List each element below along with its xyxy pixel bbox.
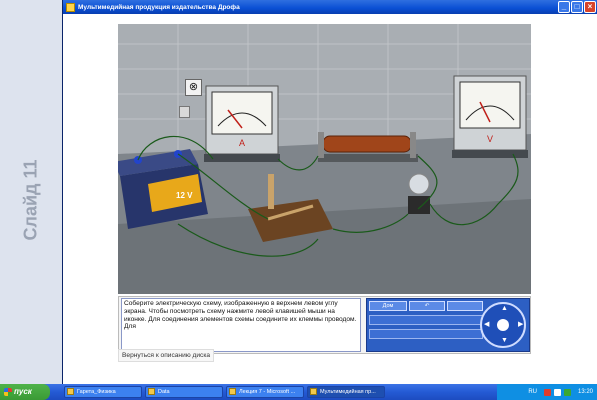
folder-icon [67, 388, 74, 395]
window-title: Мультимедийная продукция издательства Др… [78, 3, 240, 11]
start-label: пуск [14, 387, 32, 396]
clock[interactable]: 13:20 [578, 389, 593, 395]
slide-number-label: Слайд 11 [20, 159, 41, 241]
navigation-controls: Дом ↶ ▲ ▼ ◀ ▶ [366, 298, 530, 352]
slide-number-strip: Слайд 11 [0, 0, 62, 384]
schema-view-icon[interactable]: ⊗ [185, 79, 202, 96]
tray-icon-2[interactable] [553, 388, 561, 396]
control-slot-2 [369, 329, 483, 339]
nav-up-icon[interactable]: ▲ [501, 305, 508, 313]
battery-voltage-label: 12 V [176, 191, 193, 200]
language-indicator[interactable]: RU [528, 389, 537, 395]
taskbar: пуск Гарета_Физика Data Лекция 7 - Micro… [0, 384, 597, 400]
back-to-description-link[interactable]: Вернуться к описанию диска [118, 349, 215, 362]
task-item-lecture[interactable]: Лекция 7 - Microsoft ... [226, 386, 304, 398]
home-button[interactable]: Дом [369, 301, 407, 311]
nav-right-icon[interactable]: ▶ [518, 321, 523, 329]
screen-toggle-icon[interactable] [179, 106, 190, 118]
forward-button[interactable] [447, 301, 483, 311]
control-slot-1 [369, 315, 483, 325]
app-icon [66, 2, 75, 12]
close-button[interactable]: × [584, 1, 596, 13]
back-button[interactable]: ↶ [409, 301, 445, 311]
rheostat-coil[interactable] [318, 132, 418, 162]
nav-left-icon[interactable]: ◀ [484, 321, 489, 329]
voltmeter-label: V [487, 134, 493, 144]
maximize-button[interactable]: □ [571, 1, 583, 13]
instructions-text: Соберите электрическую схему, изображенн… [121, 298, 361, 352]
nav-buttons-row: Дом ↶ [369, 301, 483, 311]
circuit-scene-graphic: A V 12 V [118, 24, 531, 294]
app-icon [310, 388, 317, 395]
document-icon [229, 388, 236, 395]
tray-icon-1[interactable] [543, 388, 551, 396]
circuit-scene[interactable]: A V 12 V ⊗ [118, 24, 531, 294]
voltmeter[interactable]: V [452, 75, 528, 158]
system-tray: RU 13:20 [497, 384, 597, 400]
app-window: Мультимедийная продукция издательства Др… [62, 0, 597, 384]
window-content: A V 12 V ⊗ Соберите электрическую схему,… [63, 14, 597, 384]
minimize-button[interactable]: _ [558, 1, 570, 13]
folder-icon [148, 388, 155, 395]
task-item-gareta[interactable]: Гарета_Физика [64, 386, 142, 398]
dpad-center[interactable] [497, 319, 509, 331]
windows-logo-icon [4, 388, 12, 396]
ammeter[interactable]: A [204, 85, 280, 162]
screen: Слайд 11 Мультимедийная продукция издате… [0, 0, 597, 400]
tray-icon-3[interactable] [563, 388, 571, 396]
window-controls: _ □ × [558, 1, 596, 13]
task-item-multimedia[interactable]: Мультимедийная пр... [307, 386, 385, 398]
window-titlebar[interactable]: Мультимедийная продукция издательства Др… [63, 0, 597, 14]
ammeter-label: A [239, 138, 245, 148]
task-item-data[interactable]: Data [145, 386, 223, 398]
start-button[interactable]: пуск [0, 384, 50, 400]
control-panel: Соберите электрическую схему, изображенн… [118, 296, 531, 354]
direction-pad[interactable]: ▲ ▼ ◀ ▶ [480, 302, 526, 348]
nav-down-icon[interactable]: ▼ [501, 337, 508, 345]
